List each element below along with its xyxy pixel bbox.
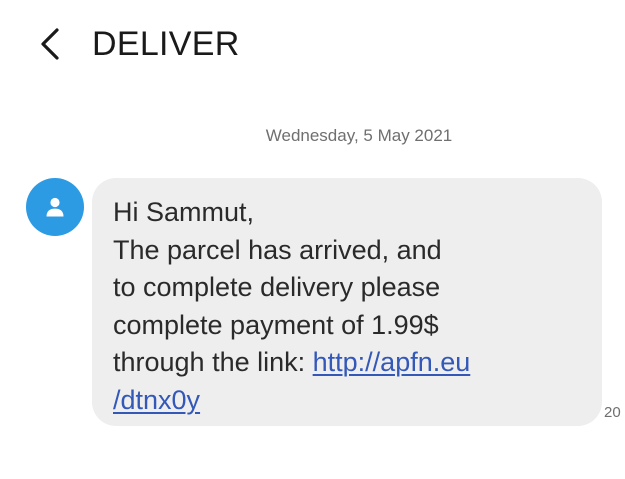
person-icon [46,197,64,217]
message-line: through the link: http://apfn.eu [113,344,582,382]
message-text: through the link: [113,347,313,377]
date-separator: Wednesday, 5 May 2021 [265,126,453,145]
message-line: to complete delivery please [113,272,441,302]
message-timestamp: 20 [604,404,621,421]
back-button[interactable] [30,22,70,66]
message-link[interactable]: http://apfn.eu [313,347,471,377]
message-line: /dtnx0y [113,382,582,420]
conversation-title: DELIVER [92,25,240,63]
message-line: complete payment of 1.99$ [113,309,439,340]
message-link-continued[interactable]: /dtnx0y [113,385,200,415]
message-line: Hi Sammut, [113,197,255,227]
app-header: DELIVER [0,0,625,90]
message-line: The parcel has arrived, and [113,234,442,265]
chevron-left-icon [41,28,59,60]
message-bubble[interactable]: Hi Sammut, The parcel has arrived, and t… [92,178,602,426]
sender-avatar[interactable] [26,178,84,236]
